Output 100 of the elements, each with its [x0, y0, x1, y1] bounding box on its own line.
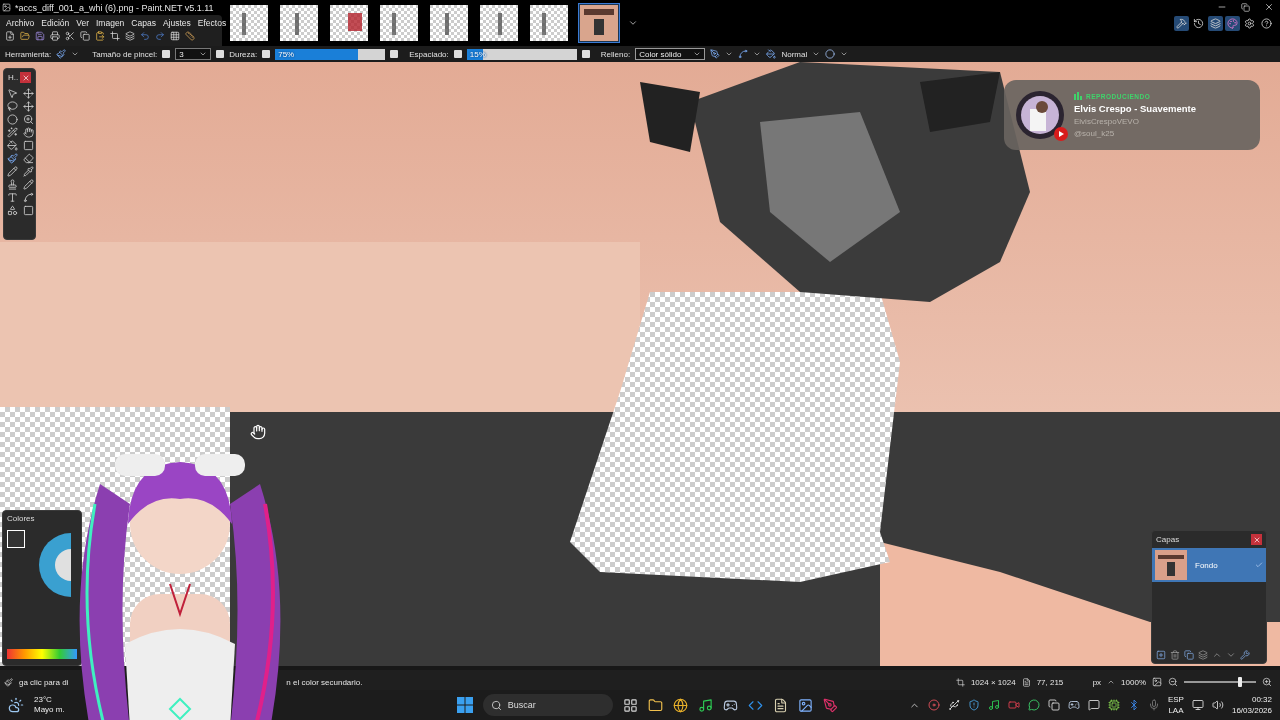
zoom-in-icon[interactable]	[1262, 677, 1272, 687]
menu-item[interactable]: Ajustes	[162, 18, 191, 28]
caret-icon[interactable]	[812, 50, 821, 58]
undo-icon[interactable]	[140, 31, 150, 41]
menu-item[interactable]: Imagen	[96, 18, 125, 28]
menu-item[interactable]: Efectos	[197, 18, 227, 28]
weather-icon	[8, 697, 24, 713]
brush-icon[interactable]	[56, 49, 67, 59]
keyboard-layout[interactable]: LAA	[1168, 705, 1184, 716]
clock-time[interactable]: 00:32	[1251, 694, 1272, 705]
folder-icon[interactable]	[647, 697, 663, 713]
tools-icon[interactable]	[1176, 18, 1187, 29]
chat-icon[interactable]	[1027, 699, 1040, 711]
image-tab[interactable]	[228, 3, 270, 43]
globe-icon[interactable]	[672, 697, 688, 713]
decrease-button[interactable]	[453, 50, 462, 58]
disc-icon[interactable]	[927, 699, 940, 711]
caret-icon[interactable]	[725, 50, 734, 58]
spacing-label: Espaciado:	[409, 49, 449, 59]
copy-icon[interactable]	[1047, 699, 1060, 711]
caret-icon[interactable]	[753, 50, 762, 58]
new-file-icon[interactable]	[5, 31, 15, 41]
menu-item[interactable]: Archivo	[6, 18, 35, 28]
brush-icon	[4, 677, 13, 687]
video-icon[interactable]	[1007, 699, 1020, 711]
image-tab[interactable]	[428, 3, 470, 43]
image-tab[interactable]	[528, 3, 570, 43]
increase-button[interactable]	[581, 50, 590, 58]
microphone-icon[interactable]	[1147, 699, 1160, 711]
image-tab[interactable]	[378, 3, 420, 43]
units-select[interactable]: px	[1092, 677, 1102, 687]
increase-button[interactable]	[216, 50, 225, 58]
slider-thumb[interactable]	[1238, 677, 1243, 687]
folder-icon[interactable]	[20, 31, 30, 41]
menu-item[interactable]: Edición	[41, 18, 70, 28]
music-icon[interactable]	[697, 697, 713, 713]
network-icon[interactable]	[1191, 699, 1204, 711]
image-size-icon	[955, 677, 965, 687]
window-title: *accs_diff_001_a_whi (6).png - Paint.NET v5.1.11	[15, 2, 214, 13]
layers-icon[interactable]	[1210, 18, 1221, 29]
decrease-button[interactable]	[162, 50, 171, 58]
ruler-icon[interactable]	[185, 31, 195, 41]
gamepad-icon[interactable]	[722, 697, 738, 713]
gamepad-icon[interactable]	[1067, 699, 1080, 711]
status-hint: n el color secundario.	[286, 677, 363, 687]
decrease-button[interactable]	[262, 50, 271, 58]
restore-icon[interactable]	[1241, 2, 1250, 12]
language[interactable]: ESP	[1167, 694, 1184, 705]
music-icon[interactable]	[987, 699, 1000, 711]
pen-icon[interactable]	[822, 697, 838, 713]
task-view-icon[interactable]	[622, 697, 638, 713]
save-icon[interactable]	[35, 31, 45, 41]
menu-item[interactable]: Ver	[76, 18, 89, 28]
crop-icon[interactable]	[110, 31, 120, 41]
usb-icon[interactable]	[947, 699, 960, 711]
image-tab[interactable]	[278, 3, 320, 43]
notepad-icon[interactable]	[772, 697, 788, 713]
layers-icon[interactable]	[125, 31, 135, 41]
image-tab[interactable]	[328, 3, 370, 43]
zoom-value[interactable]: 1000%	[1121, 677, 1146, 687]
fill-label: Relleno:	[600, 49, 631, 59]
history-icon[interactable]	[1193, 18, 1204, 29]
fill-select[interactable]: Color sólido	[635, 48, 706, 60]
redo-icon[interactable]	[155, 31, 165, 41]
paste-icon[interactable]	[95, 31, 105, 41]
close-icon[interactable]	[1264, 2, 1274, 12]
picture-icon[interactable]	[1152, 677, 1162, 687]
tool-label: Herramienta:	[5, 49, 52, 59]
clock-date[interactable]: 16/03/2026	[1231, 705, 1272, 716]
windows-logo-icon[interactable]	[456, 697, 473, 713]
help-icon[interactable]	[1261, 18, 1272, 29]
shield-icon[interactable]	[967, 699, 980, 711]
tab-list-icon[interactable]	[628, 18, 638, 28]
cut-icon[interactable]	[65, 31, 75, 41]
settings-icon[interactable]	[1244, 18, 1255, 29]
hardness-label: Dureza:	[229, 49, 258, 59]
print-icon[interactable]	[50, 31, 60, 41]
line-icon[interactable]	[738, 49, 749, 59]
hardness-slider[interactable]: 75%	[275, 48, 386, 60]
grid-icon[interactable]	[170, 31, 180, 41]
volume-icon[interactable]	[1211, 699, 1224, 711]
app-icon	[2, 3, 11, 12]
selection-mode-icon[interactable]	[825, 49, 836, 59]
caret-icon[interactable]	[1107, 678, 1116, 686]
brush-size-field[interactable]: 3	[175, 48, 212, 60]
image-tab[interactable]	[478, 3, 520, 43]
caret-icon[interactable]	[71, 50, 80, 58]
image-tab[interactable]	[578, 3, 620, 43]
chip-icon[interactable]	[1107, 699, 1120, 711]
blend-mode[interactable]: Normal	[781, 49, 808, 59]
image-size: 1024 × 1024	[970, 677, 1016, 687]
menu-item[interactable]: Capas	[131, 18, 156, 28]
search-field[interactable]: Buscar	[482, 694, 613, 716]
message-icon[interactable]	[1087, 699, 1100, 711]
search-icon[interactable]	[490, 699, 502, 711]
copy-icon[interactable]	[80, 31, 90, 41]
increase-button[interactable]	[390, 50, 399, 58]
caret-icon	[199, 50, 208, 58]
zoom-out-icon[interactable]	[1168, 677, 1178, 687]
caret-icon[interactable]	[840, 50, 849, 58]
